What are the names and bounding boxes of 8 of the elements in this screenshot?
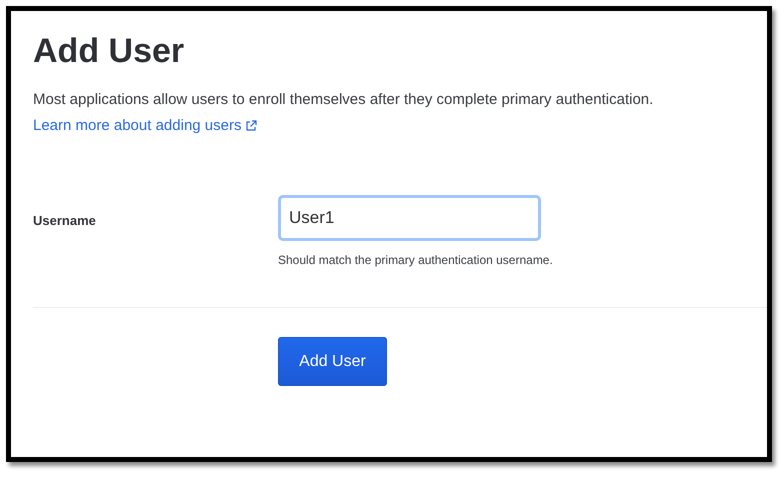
- description: Most applications allow users to enroll themselves after they complete primary authentication.: [33, 91, 654, 108]
- learn-more-link[interactable]: Learn more about adding users: [33, 117, 258, 134]
- username-hint: Should match the primary authentication username.: [278, 253, 553, 267]
- add-user-button[interactable]: Add User: [278, 337, 387, 386]
- page-title: Add User: [33, 31, 186, 71]
- external-link-icon: [245, 120, 258, 132]
- username-label: Username: [33, 212, 97, 230]
- username-field[interactable]: User1: [278, 195, 541, 241]
